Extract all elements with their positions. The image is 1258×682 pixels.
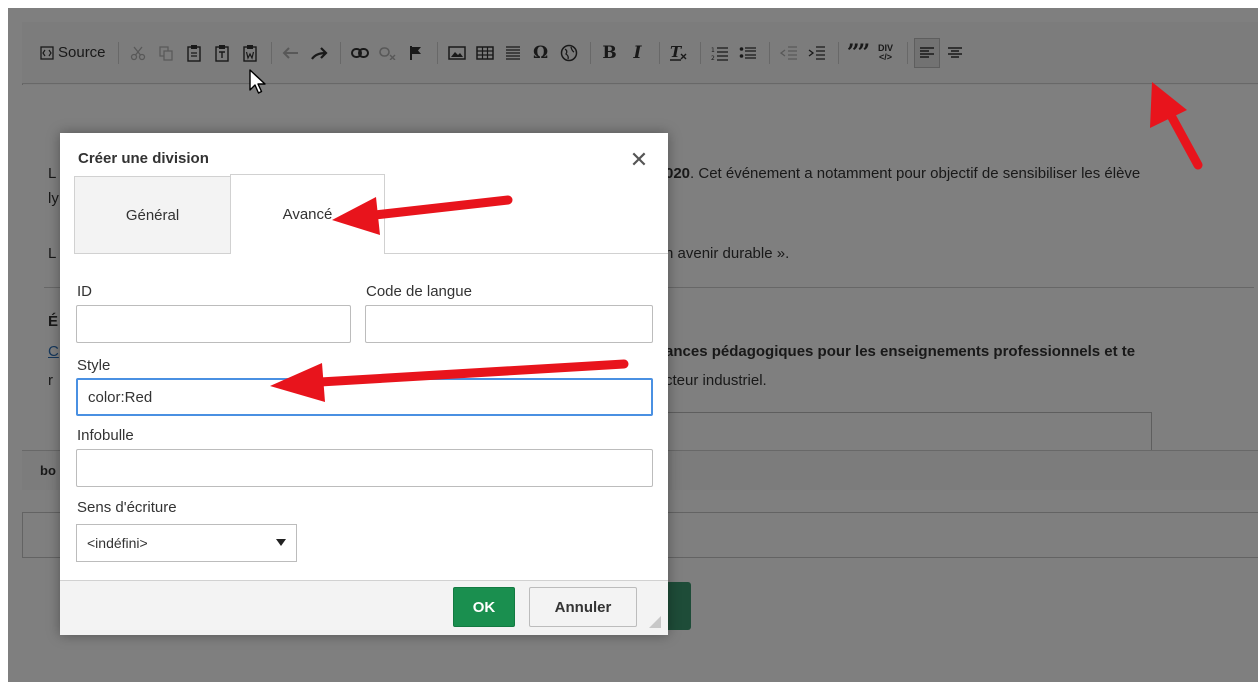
tab-bar-border bbox=[385, 253, 668, 254]
mouse-cursor-icon bbox=[249, 69, 266, 94]
text-direction-label: Sens d'écriture bbox=[77, 499, 177, 516]
cancel-button[interactable]: Annuler bbox=[529, 587, 637, 627]
dropdown-arrow-icon bbox=[276, 539, 286, 546]
tab-advanced[interactable]: Avancé bbox=[230, 174, 385, 254]
create-div-dialog: Créer une division ✕ Général Avancé ID C… bbox=[60, 133, 668, 635]
dialog-title: Créer une division bbox=[78, 150, 209, 167]
tab-general-label: Général bbox=[125, 206, 180, 224]
tooltip-input[interactable] bbox=[76, 449, 653, 487]
page-left-edge bbox=[0, 0, 8, 682]
id-input[interactable] bbox=[76, 305, 351, 343]
style-input[interactable]: color:Red bbox=[76, 378, 653, 416]
screenshot-stage: Source bbox=[0, 0, 1258, 682]
language-code-label: Code de langue bbox=[366, 283, 472, 300]
text-direction-select[interactable]: <indéfini> bbox=[76, 524, 297, 562]
page-top-edge bbox=[0, 0, 1258, 8]
resize-grip-icon[interactable] bbox=[648, 615, 662, 629]
text-direction-value: <indéfini> bbox=[87, 535, 148, 551]
ok-button[interactable]: OK bbox=[453, 587, 515, 627]
language-code-input[interactable] bbox=[365, 305, 653, 343]
tooltip-label: Infobulle bbox=[77, 427, 134, 444]
tab-general[interactable]: Général bbox=[74, 176, 231, 254]
style-label: Style bbox=[77, 357, 111, 374]
tab-advanced-label: Avancé bbox=[282, 206, 333, 223]
close-icon[interactable]: ✕ bbox=[628, 149, 650, 171]
id-label: ID bbox=[77, 283, 92, 300]
